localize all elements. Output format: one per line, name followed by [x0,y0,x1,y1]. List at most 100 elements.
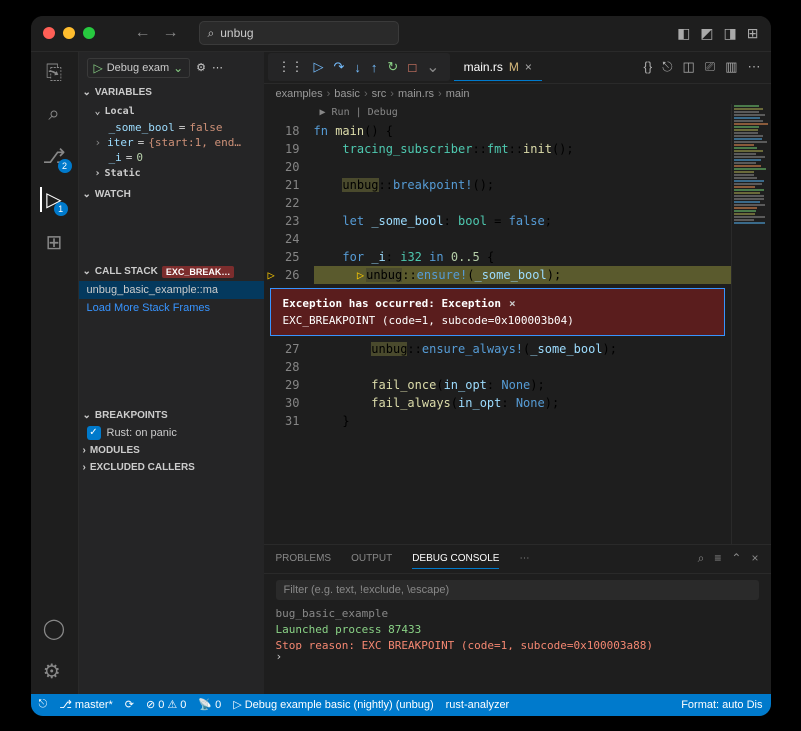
account-icon[interactable]: ◯ [43,616,65,641]
format-status[interactable]: Format: auto Dis [681,699,762,711]
variable-row[interactable]: _i = 0 [95,150,264,165]
code-line[interactable] [314,194,731,212]
maximize-window[interactable] [83,27,95,39]
local-scope[interactable]: ⌄Local [95,103,264,120]
exception-title: Exception has occurred: Exception [283,297,502,310]
debug-console-tab[interactable]: DEBUG CONSOLE [412,549,499,569]
debug-status[interactable]: ▷ Debug example basic (nightly) (unbug) [233,698,433,711]
nav-forward[interactable]: → [163,24,179,42]
restart-button[interactable]: ↻ [387,59,398,75]
variable-row[interactable]: ›iter = {start:1, end… [95,135,264,150]
gear-icon[interactable]: ⚙ [196,61,206,74]
excluded-section[interactable]: ›EXCLUDED CALLERS [79,459,264,476]
breadcrumb-item[interactable]: src [372,88,387,100]
bracket-icon[interactable]: {} [644,59,653,75]
output-tab[interactable]: OUTPUT [351,549,392,568]
code-line[interactable]: let _some_bool: bool = false; [314,212,731,230]
watch-section[interactable]: ⌄WATCH [79,186,264,203]
variables-section[interactable]: ⌄VARIABLES [79,84,264,101]
debug-activity[interactable]: ▷1 [40,187,61,212]
list-icon[interactable]: ≡ [714,551,721,566]
step-into-button[interactable]: ↓ [354,60,361,75]
sync-button[interactable]: ⟳ [125,698,134,711]
command-search[interactable]: ⌕ unbug [199,21,399,45]
nav-back[interactable]: ← [135,24,151,42]
code-line[interactable] [314,158,731,176]
split-icon[interactable]: ◫ [683,59,695,75]
close-icon[interactable]: × [509,297,516,310]
console-line: Launched process 87433 [276,622,759,638]
code-line[interactable]: tracing_subscriber::fmt::init(); [314,140,731,158]
more-icon[interactable]: ⋯ [748,59,761,75]
search-icon: ⌕ [208,26,215,41]
code-line[interactable] [314,230,731,248]
more-icon[interactable]: ⋯ [212,61,223,74]
checkbox-icon[interactable]: ✓ [87,426,101,440]
code-line[interactable] [314,358,731,376]
code-line[interactable]: fail_always(in_opt: None); [314,394,731,412]
explorer-activity[interactable]: ⎘ [46,62,62,85]
breakpoints-section[interactable]: ⌄BREAKPOINTS [79,407,264,424]
variable-row[interactable]: _some_bool = false [95,120,264,135]
layout-right-icon[interactable]: ◨ [724,25,737,42]
collapse-icon[interactable]: ⌃ [731,551,741,566]
filter-icon[interactable]: ⌕ [698,551,705,566]
stack-frame[interactable]: unbug_basic_example::ma [79,281,264,299]
code-line[interactable]: ▷unbug::ensure!(_some_bool); [314,266,731,284]
lsp-status[interactable]: rust-analyzer [446,699,510,711]
play-icon: ▷ [94,61,103,75]
code-line[interactable]: unbug::ensure_always!(_some_bool); [314,340,731,358]
close-tab-icon[interactable]: × [525,60,532,74]
console-input[interactable]: › [264,650,771,694]
static-scope[interactable]: ›Static [95,165,264,182]
diff-icon[interactable]: ⎚ [705,59,715,75]
timeline-icon[interactable]: ⎋ [662,59,672,75]
breadcrumb-item[interactable]: main [446,88,470,100]
problems-tab[interactable]: PROBLEMS [276,549,332,568]
code-line[interactable]: unbug::breakpoint!(); [314,176,731,194]
layout-sidebar-icon[interactable]: ◧ [677,25,690,42]
console-filter[interactable]: Filter (e.g. text, !exclude, \escape) [276,580,759,600]
start-debug-button[interactable]: ▷ Debug exam ⌄ [87,58,191,78]
load-more-frames[interactable]: Load More Stack Frames [79,299,264,317]
callstack-section[interactable]: ⌄CALL STACK EXC_BREAK… [79,263,264,281]
codelens[interactable]: ▶ Run | Debug [314,104,731,122]
scm-activity[interactable]: ⎇2 [42,144,65,169]
code-line[interactable]: fn main() { [314,122,731,140]
radio-icon[interactable]: 📡 0 [198,698,221,711]
breadcrumb-item[interactable]: main.rs [398,88,434,100]
minimize-window[interactable] [63,27,75,39]
stop-button[interactable]: □ [408,60,416,75]
exception-body: EXC_BREAKPOINT (code=1, subcode=0x100003… [283,314,712,327]
extensions-activity[interactable]: ⊞ [46,230,63,255]
chevron-down-icon: ⌄ [173,61,183,75]
code-line[interactable]: for _i: i32 in 0..5 { [314,248,731,266]
step-out-button[interactable]: ↑ [371,60,378,75]
editor-tab[interactable]: main.rs M × [454,54,542,81]
breadcrumb-item[interactable]: examples [276,88,323,100]
minimap[interactable] [731,104,771,544]
layout-icon[interactable]: ▥ [725,59,737,75]
breakpoint-item[interactable]: ✓ Rust: on panic [79,424,264,442]
drag-handle-icon[interactable]: ⋮⋮ [278,59,304,75]
search-text: unbug [220,26,253,40]
layout-panel-icon[interactable]: ◩ [700,25,713,42]
modules-section[interactable]: ›MODULES [79,442,264,459]
breadcrumb[interactable]: examples›basic›src›main.rs›main [264,84,771,104]
settings-icon[interactable]: ⚙ [43,659,65,684]
close-window[interactable] [43,27,55,39]
code-line[interactable]: } [314,412,731,430]
breadcrumb-item[interactable]: basic [334,88,360,100]
remote-button[interactable]: ⎋ [39,698,48,711]
code-line[interactable]: fail_once(in_opt: None); [314,376,731,394]
exception-badge: EXC_BREAK… [162,266,235,278]
more-icon[interactable]: ⋯ [519,553,529,564]
step-over-button[interactable]: ↷ [334,59,345,75]
search-activity[interactable]: ⌕ [48,103,59,126]
errors-button[interactable]: ⊘ 0 ⚠ 0 [146,698,186,711]
layout-grid-icon[interactable]: ⊞ [747,25,759,42]
continue-button[interactable]: ▷ [314,59,324,75]
branch-button[interactable]: ⎇ master* [59,698,113,711]
close-panel-icon[interactable]: × [751,551,758,566]
chevron-down-icon[interactable]: ⌄ [426,57,439,77]
